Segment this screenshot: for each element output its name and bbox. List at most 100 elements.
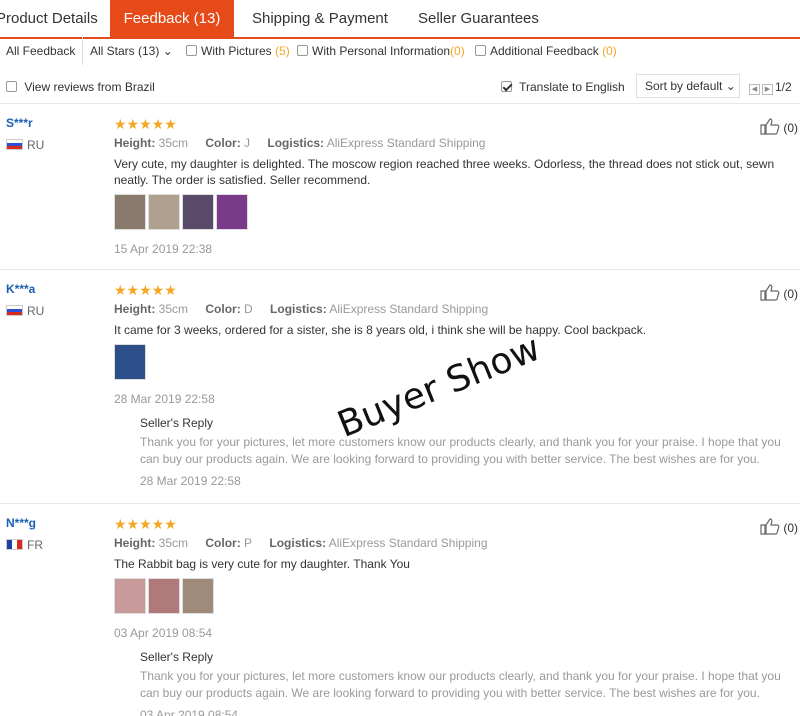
sort-dropdown[interactable]: Sort by default ⌄: [636, 74, 740, 98]
reviewer-country: RU: [6, 138, 44, 152]
color-value: P: [244, 536, 253, 550]
color-label: Color:: [205, 136, 241, 150]
chevron-down-icon: ⌄: [162, 44, 173, 58]
with-pictures-checkbox[interactable]: [186, 45, 197, 56]
page-indicator: 1/2: [775, 80, 792, 94]
helpful-button[interactable]: (0): [760, 518, 798, 535]
tab-product-details[interactable]: Product Details: [0, 0, 98, 37]
with-pictures-filter[interactable]: With Pictures (5): [186, 44, 290, 58]
color-value: D: [244, 302, 253, 316]
country-code: RU: [27, 304, 45, 318]
additional-feedback-filter[interactable]: Additional Feedback (0): [475, 44, 617, 58]
reviewer-name[interactable]: K***a: [6, 282, 35, 296]
review-photos: [114, 578, 216, 614]
view-brazil-label: View reviews from Brazil: [24, 80, 155, 94]
flag-ru-icon: [6, 139, 23, 150]
with-personal-count: (0): [450, 44, 465, 58]
review-photo[interactable]: [114, 344, 146, 380]
logistics-label: Logistics:: [267, 136, 325, 150]
color-value: J: [244, 136, 251, 150]
review-item: N***g FR ★★★★★ Height: 35cm Color: P Log…: [0, 504, 800, 716]
additional-feedback-checkbox[interactable]: [475, 45, 486, 56]
with-pictures-count: (5): [275, 44, 290, 58]
review-item: S***r RU ★★★★★ Height: 35cm Color: J Log…: [0, 104, 800, 270]
review-photo[interactable]: [216, 194, 248, 230]
country-code: RU: [27, 138, 45, 152]
review-meta: Height: 35cm Color: J Logistics: AliExpr…: [114, 136, 499, 150]
height-label: Height:: [114, 136, 156, 150]
star-rating: ★★★★★: [114, 116, 177, 132]
helpful-count: (0): [783, 287, 799, 301]
review-photo[interactable]: [182, 578, 214, 614]
review-date: 15 Apr 2019 22:38: [114, 242, 213, 256]
reviewer-country: FR: [6, 538, 43, 552]
helpful-count: (0): [783, 521, 799, 535]
review-photo[interactable]: [148, 578, 180, 614]
review-text: The Rabbit bag is very cute for my daugh…: [114, 557, 410, 571]
sort-label: Sort by default: [645, 79, 723, 93]
review-photo[interactable]: [182, 194, 214, 230]
view-brazil-checkbox[interactable]: [6, 81, 17, 92]
thumbs-up-icon: [760, 518, 780, 535]
next-page-icon[interactable]: ▶: [762, 84, 773, 95]
with-personal-label: With Personal Information: [312, 44, 451, 58]
tab-shipping-payment[interactable]: Shipping & Payment: [252, 0, 388, 37]
review-date: 28 Mar 2019 22:58: [114, 392, 215, 406]
seller-reply-text: Thank you for your pictures, let more cu…: [140, 669, 781, 700]
height-label: Height:: [114, 302, 156, 316]
prev-page-icon[interactable]: ◀: [749, 84, 760, 95]
options-bar: View reviews from Brazil Translate to En…: [0, 74, 800, 104]
seller-reply-text: Thank you for your pictures, let more cu…: [140, 435, 781, 466]
review-photos: [114, 344, 148, 380]
with-pictures-label: With Pictures: [201, 44, 272, 58]
height-value: 35cm: [158, 302, 189, 316]
translate-option[interactable]: Translate to English: [501, 80, 625, 94]
color-label: Color:: [205, 536, 241, 550]
translate-checkbox[interactable]: [501, 81, 512, 92]
logistics-label: Logistics:: [269, 536, 327, 550]
star-rating: ★★★★★: [114, 282, 177, 298]
reviewer-name[interactable]: N***g: [6, 516, 36, 530]
review-photo[interactable]: [114, 194, 146, 230]
height-value: 35cm: [158, 136, 189, 150]
flag-ru-icon: [6, 305, 23, 316]
logistics-value: AliExpress Standard Shipping: [328, 536, 488, 550]
flag-fr-icon: [6, 539, 23, 550]
review-text: Very cute, my daughter is delighted. The…: [114, 157, 775, 187]
with-personal-checkbox[interactable]: [297, 45, 308, 56]
additional-feedback-count: (0): [602, 44, 617, 58]
tab-bar: Product Details Feedback (13) Shipping &…: [0, 0, 800, 39]
helpful-count: (0): [783, 121, 799, 135]
star-rating: ★★★★★: [114, 516, 177, 532]
all-feedback-filter[interactable]: All Feedback: [6, 44, 75, 58]
review-photos: [114, 194, 250, 230]
review-photo[interactable]: [148, 194, 180, 230]
seller-reply-title: Seller's Reply: [140, 416, 213, 430]
tab-seller-guarantees[interactable]: Seller Guarantees: [418, 0, 539, 37]
color-label: Color:: [205, 302, 241, 316]
helpful-button[interactable]: (0): [760, 284, 798, 301]
height-label: Height:: [114, 536, 156, 550]
helpful-button[interactable]: (0): [760, 118, 798, 135]
all-stars-dropdown[interactable]: All Stars (13) ⌄: [90, 44, 173, 58]
seller-reply-date: 28 Mar 2019 22:58: [140, 474, 241, 488]
seller-reply-title: Seller's Reply: [140, 650, 213, 664]
with-personal-filter[interactable]: With Personal Information(0): [297, 44, 465, 58]
review-meta: Height: 35cm Color: P Logistics: AliExpr…: [114, 536, 502, 550]
height-value: 35cm: [158, 536, 189, 550]
logistics-label: Logistics:: [270, 302, 327, 316]
view-brazil-option[interactable]: View reviews from Brazil: [6, 80, 155, 94]
logistics-value: AliExpress Standard Shipping: [329, 302, 489, 316]
thumbs-up-icon: [760, 118, 780, 135]
seller-reply-date: 03 Apr 2019 08:54: [140, 708, 239, 716]
logistics-value: AliExpress Standard Shipping: [326, 136, 486, 150]
review-date: 03 Apr 2019 08:54: [114, 626, 213, 640]
chevron-down-icon: ⌄: [725, 79, 736, 93]
review-photo[interactable]: [114, 578, 146, 614]
filter-bar: All Feedback All Stars (13) ⌄ With Pictu…: [0, 44, 800, 60]
reviewer-name[interactable]: S***r: [6, 116, 33, 130]
tab-feedback[interactable]: Feedback (13): [110, 0, 234, 37]
translate-label: Translate to English: [519, 80, 625, 94]
review-text: It came for 3 weeks, ordered for a siste…: [114, 323, 647, 337]
thumbs-up-icon: [760, 284, 780, 301]
